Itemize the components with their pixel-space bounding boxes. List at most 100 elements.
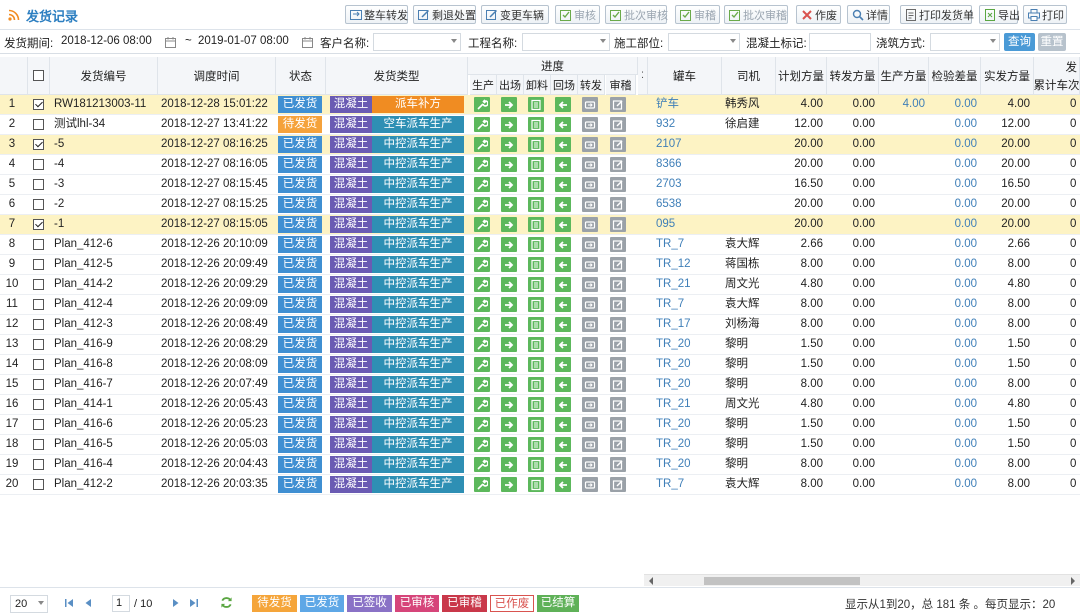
row-checkbox[interactable]: [33, 339, 44, 350]
search-button-8[interactable]: 详情: [847, 5, 890, 24]
arrow-left-icon[interactable]: [555, 257, 571, 272]
arrow-left-icon[interactable]: [555, 397, 571, 412]
arrow-left-icon[interactable]: [555, 297, 571, 312]
forward-icon[interactable]: [582, 457, 598, 472]
wrench-icon[interactable]: [474, 97, 490, 112]
check-button-4[interactable]: 批次审核: [605, 5, 668, 24]
row-checkbox[interactable]: [33, 299, 44, 310]
audit-icon[interactable]: [610, 137, 626, 152]
unload-icon[interactable]: [528, 477, 544, 492]
customer-select[interactable]: [373, 33, 461, 51]
transfer-button-0[interactable]: 整车转发: [345, 5, 408, 24]
arrow-left-icon[interactable]: [555, 277, 571, 292]
unload-icon[interactable]: [528, 157, 544, 172]
truck-no[interactable]: TR_7: [656, 235, 720, 254]
audit-icon[interactable]: [610, 237, 626, 252]
forward-icon[interactable]: [582, 177, 598, 192]
edit-button-1[interactable]: 剩退处置: [413, 5, 476, 24]
audit-icon[interactable]: [610, 397, 626, 412]
prev-page-icon[interactable]: [84, 598, 92, 608]
arrow-right-icon[interactable]: [501, 197, 517, 212]
table-row[interactable]: 10 Plan_414-2 2018-12-26 20:09:29 已发货 混凝土 中控派…: [0, 275, 1080, 295]
arrow-right-icon[interactable]: [501, 297, 517, 312]
wrench-icon[interactable]: [474, 117, 490, 132]
unload-icon[interactable]: [528, 377, 544, 392]
truck-no[interactable]: TR_17: [656, 315, 720, 334]
unload-icon[interactable]: [528, 437, 544, 452]
unload-icon[interactable]: [528, 257, 544, 272]
wrench-icon[interactable]: [474, 457, 490, 472]
calendar-icon[interactable]: [302, 37, 313, 48]
first-page-icon[interactable]: [64, 598, 74, 608]
document-button-9[interactable]: 打印发货单: [900, 5, 974, 24]
truck-no[interactable]: TR_21: [656, 275, 720, 294]
table-row[interactable]: 20 Plan_412-2 2018-12-26 20:03:35 已发货 混凝土 中控派…: [0, 475, 1080, 495]
arrow-right-icon[interactable]: [501, 477, 517, 492]
unload-icon[interactable]: [528, 197, 544, 212]
site-select[interactable]: [668, 33, 740, 51]
truck-no[interactable]: TR_20: [656, 435, 720, 454]
row-checkbox[interactable]: [33, 179, 44, 190]
arrow-left-icon[interactable]: [555, 477, 571, 492]
arrow-right-icon[interactable]: [501, 337, 517, 352]
edit-button-2[interactable]: 变更车辆: [481, 5, 549, 24]
check-button-5[interactable]: 审稽: [675, 5, 720, 24]
truck-no[interactable]: 铲车: [656, 95, 720, 114]
arrow-right-icon[interactable]: [501, 157, 517, 172]
table-row[interactable]: 11 Plan_412-4 2018-12-26 20:09:09 已发货 混凝土 中控派…: [0, 295, 1080, 315]
audit-icon[interactable]: [610, 177, 626, 192]
table-row[interactable]: 15 Plan_416-7 2018-12-26 20:07:49 已发货 混凝土 中控派…: [0, 375, 1080, 395]
forward-icon[interactable]: [582, 117, 598, 132]
audit-icon[interactable]: [610, 437, 626, 452]
table-row[interactable]: 3 -5 2018-12-27 08:16:25 已发货 混凝土 中控派车生产 2107 20…: [0, 135, 1080, 155]
forward-icon[interactable]: [582, 157, 598, 172]
unload-icon[interactable]: [528, 337, 544, 352]
page-size-select[interactable]: 20: [10, 595, 48, 613]
truck-no[interactable]: 2703: [656, 175, 720, 194]
unload-icon[interactable]: [528, 237, 544, 252]
wrench-icon[interactable]: [474, 297, 490, 312]
truck-no[interactable]: TR_20: [656, 415, 720, 434]
forward-icon[interactable]: [582, 277, 598, 292]
row-checkbox[interactable]: [33, 479, 44, 490]
arrow-right-icon[interactable]: [501, 177, 517, 192]
wrench-icon[interactable]: [474, 237, 490, 252]
arrow-left-icon[interactable]: [555, 357, 571, 372]
table-row[interactable]: 16 Plan_414-1 2018-12-26 20:05:43 已发货 混凝土 中控派…: [0, 395, 1080, 415]
arrow-left-icon[interactable]: [555, 137, 571, 152]
forward-icon[interactable]: [582, 337, 598, 352]
wrench-icon[interactable]: [474, 417, 490, 432]
arrow-right-icon[interactable]: [501, 437, 517, 452]
wrench-icon[interactable]: [474, 377, 490, 392]
arrow-left-icon[interactable]: [555, 217, 571, 232]
table-row[interactable]: 17 Plan_416-6 2018-12-26 20:05:23 已发货 混凝土 中控派…: [0, 415, 1080, 435]
unload-icon[interactable]: [528, 137, 544, 152]
forward-icon[interactable]: [582, 397, 598, 412]
unload-icon[interactable]: [528, 217, 544, 232]
arrow-right-icon[interactable]: [501, 357, 517, 372]
unload-icon[interactable]: [528, 177, 544, 192]
unload-icon[interactable]: [528, 457, 544, 472]
arrow-left-icon[interactable]: [555, 97, 571, 112]
table-row[interactable]: 12 Plan_412-3 2018-12-26 20:08:49 已发货 混凝土 中控派…: [0, 315, 1080, 335]
truck-no[interactable]: TR_20: [656, 335, 720, 354]
row-checkbox[interactable]: [33, 459, 44, 470]
print-button-11[interactable]: 打印: [1023, 5, 1067, 24]
truck-no[interactable]: TR_20: [656, 455, 720, 474]
audit-icon[interactable]: [610, 297, 626, 312]
forward-icon[interactable]: [582, 317, 598, 332]
export-button-10[interactable]: 导出: [979, 5, 1020, 24]
truck-no[interactable]: 6538: [656, 195, 720, 214]
arrow-right-icon[interactable]: [501, 397, 517, 412]
query-button[interactable]: 查询: [1004, 33, 1035, 51]
forward-icon[interactable]: [582, 137, 598, 152]
wrench-icon[interactable]: [474, 217, 490, 232]
date-from-field[interactable]: 2018-12-06 08:00: [57, 33, 161, 51]
row-checkbox[interactable]: [33, 139, 44, 150]
scrollbar-thumb[interactable]: [704, 577, 860, 585]
wrench-icon[interactable]: [474, 137, 490, 152]
truck-no[interactable]: TR_20: [656, 355, 720, 374]
scroll-right-icon[interactable]: [1070, 577, 1076, 585]
table-row[interactable]: 7 -1 2018-12-27 08:15:05 已发货 混凝土 中控派车生产 095 20.…: [0, 215, 1080, 235]
arrow-left-icon[interactable]: [555, 177, 571, 192]
